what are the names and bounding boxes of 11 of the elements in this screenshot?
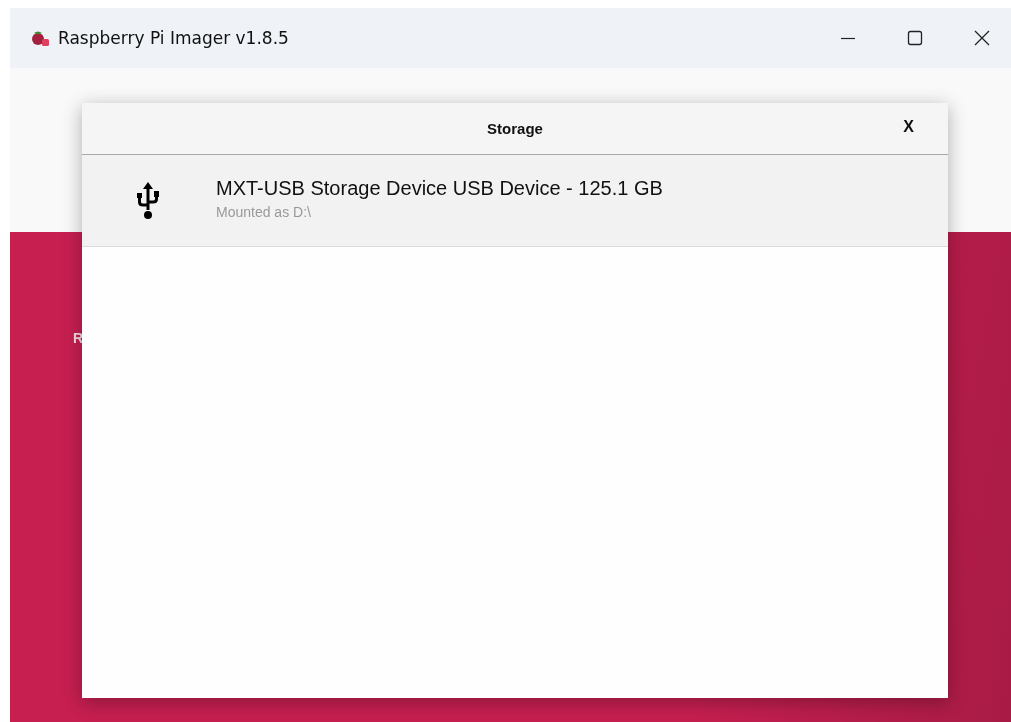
raspberry-icon <box>30 29 50 47</box>
dialog-title: Storage <box>487 120 543 137</box>
window-title: Raspberry Pi Imager v1.8.5 <box>58 28 289 48</box>
device-item[interactable]: MXT-USB Storage Device USB Device - 125.1 GB Mounted as D:\ <box>82 155 948 247</box>
device-name: MXT-USB Storage Device USB Device - 125.1 GB <box>216 177 663 200</box>
device-mount-point: Mounted as D:\ <box>216 204 312 220</box>
close-icon[interactable] <box>972 28 992 48</box>
close-button[interactable]: X <box>899 118 918 136</box>
maximize-icon[interactable] <box>905 28 925 48</box>
usb-icon <box>136 181 160 220</box>
background-text: R <box>73 330 84 346</box>
